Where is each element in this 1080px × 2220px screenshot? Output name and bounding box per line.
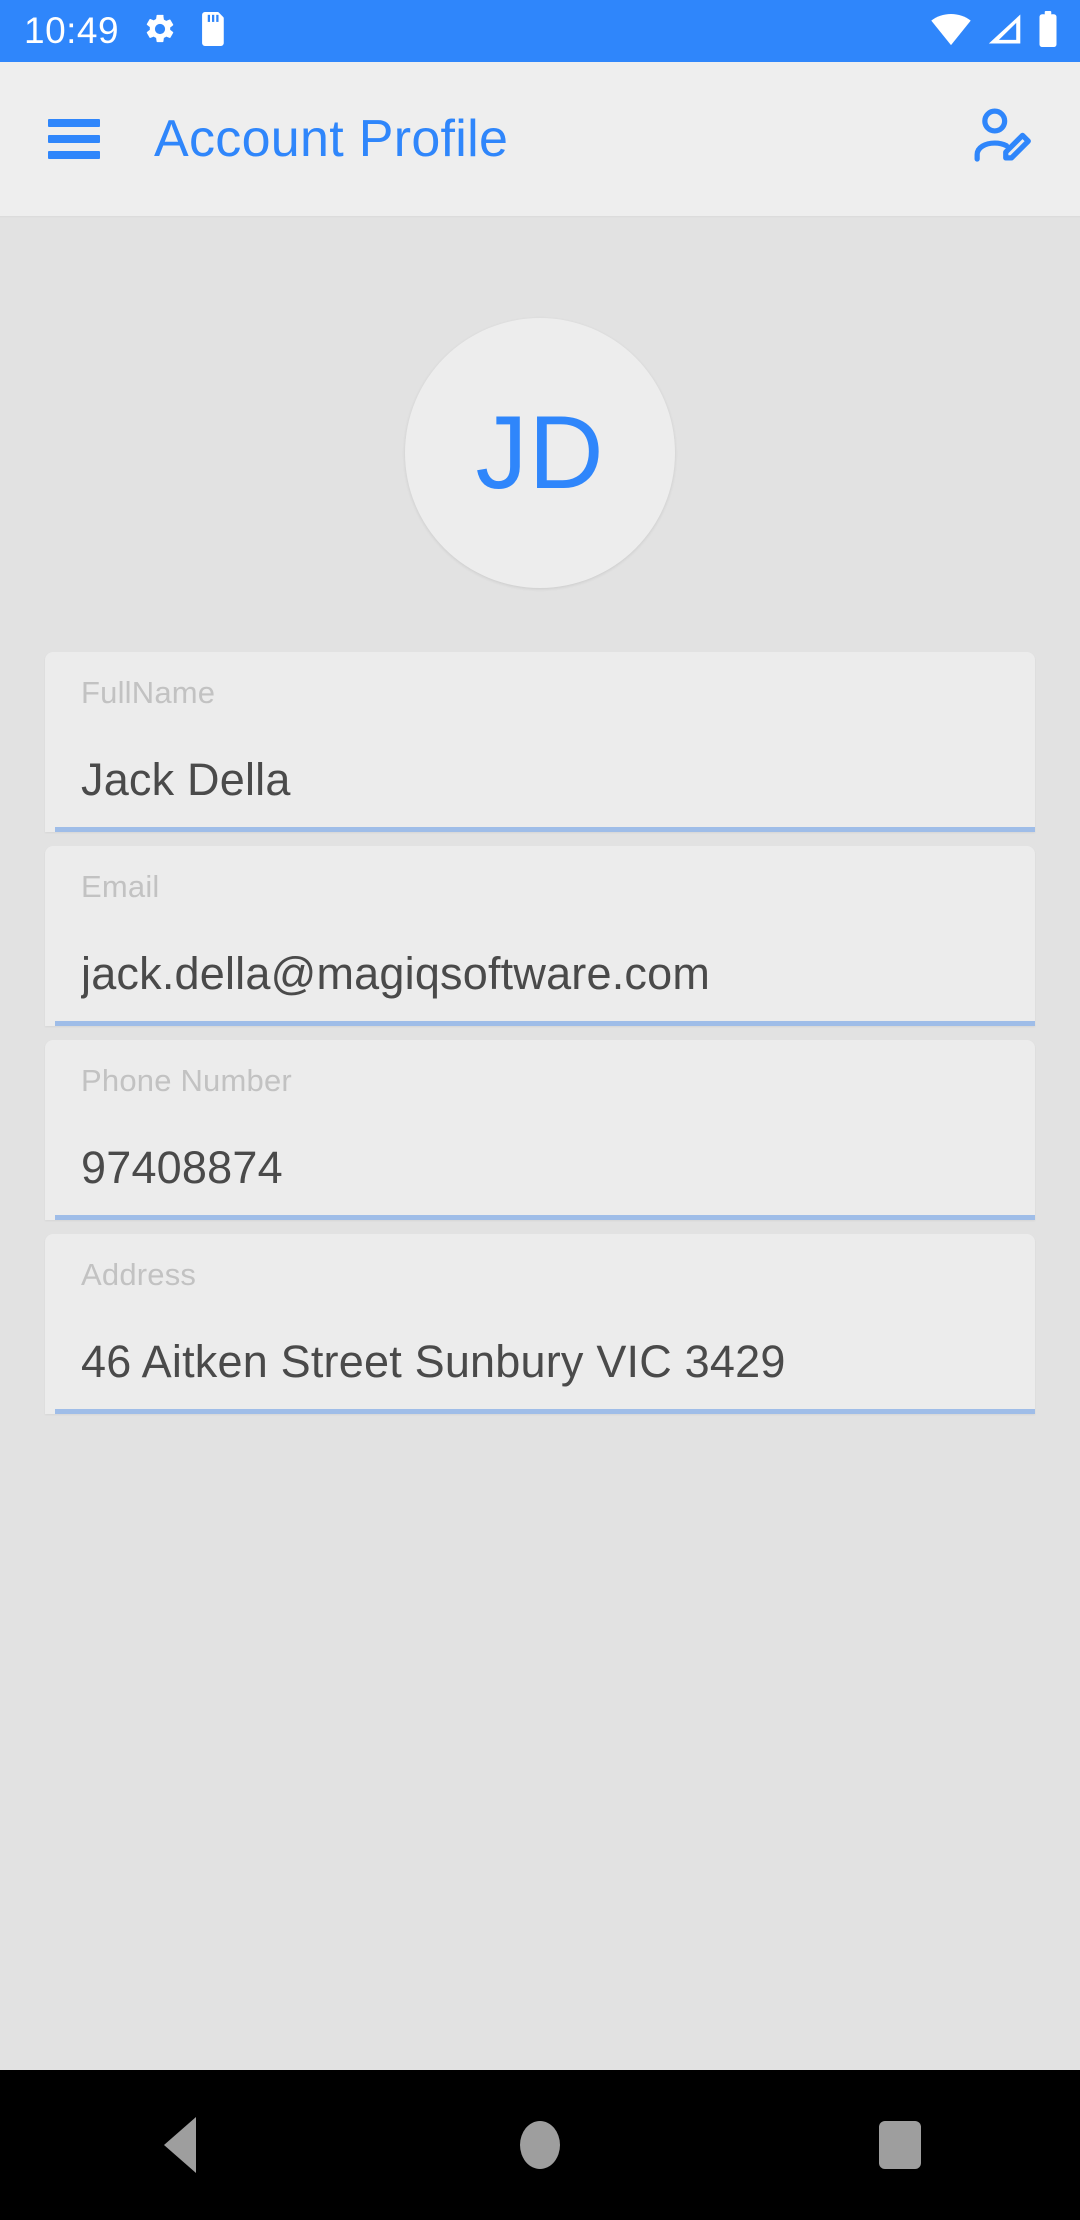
field-label: Address (81, 1257, 197, 1293)
phone-screen: 10:49 Account Profile JD FullName Jack D… (0, 0, 1080, 2220)
status-bar-notification-icons (143, 11, 225, 51)
wifi-icon (930, 12, 972, 51)
hamburger-line (48, 119, 100, 127)
back-triangle-icon (164, 2117, 196, 2173)
avatar-initials: JD (475, 394, 605, 511)
field-value[interactable]: 97408874 (81, 1098, 999, 1220)
edit-profile-button[interactable] (960, 96, 1046, 182)
field-label: FullName (81, 675, 216, 710)
field-value[interactable]: jack.della@magiqsoftware.com (81, 904, 999, 1026)
battery-icon (1038, 10, 1058, 52)
hamburger-line (48, 151, 100, 159)
recents-button[interactable] (830, 2070, 970, 2220)
home-button[interactable] (470, 2070, 610, 2220)
field-value[interactable]: 46 Aitken Street Sunbury VIC 3429 (81, 1292, 999, 1414)
field-phone-number[interactable]: Phone Number 97408874 (45, 1040, 1035, 1221)
field-underline (55, 1021, 1035, 1027)
sd-card-icon (199, 11, 225, 51)
field-fullname[interactable]: FullName Jack Della (45, 652, 1035, 833)
field-underline (55, 1215, 1035, 1221)
avatar-container: JD (0, 218, 1080, 588)
avatar[interactable]: JD (405, 318, 675, 588)
hamburger-line (48, 135, 100, 143)
back-button[interactable] (110, 2070, 250, 2220)
field-address[interactable]: Address 46 Aitken Street Sunbury VIC 342… (45, 1234, 1035, 1415)
edit-profile-icon (970, 104, 1036, 175)
cellular-signal-icon (986, 12, 1024, 51)
field-underline (55, 1409, 1035, 1415)
field-value[interactable]: Jack Della (81, 710, 999, 832)
status-bar: 10:49 (0, 0, 1080, 62)
field-label: Email (81, 869, 160, 905)
recents-square-icon (879, 2121, 921, 2169)
field-underline (55, 827, 1035, 833)
android-navigation-bar (0, 2070, 1080, 2220)
settings-gear-icon (143, 12, 177, 51)
home-circle-icon (520, 2121, 560, 2169)
profile-content: JD FullName Jack Della Email jack.della@… (0, 218, 1080, 2070)
status-bar-clock: 10:49 (24, 10, 120, 51)
status-bar-system-icons (930, 10, 1058, 52)
page-title: Account Profile (154, 110, 509, 168)
field-email[interactable]: Email jack.della@magiqsoftware.com (45, 846, 1035, 1027)
field-label: Phone Number (81, 1063, 292, 1099)
hamburger-menu-icon[interactable] (48, 119, 100, 159)
app-bar: Account Profile (0, 62, 1080, 217)
profile-fields-list: FullName Jack Della Email jack.della@mag… (0, 652, 1080, 1415)
